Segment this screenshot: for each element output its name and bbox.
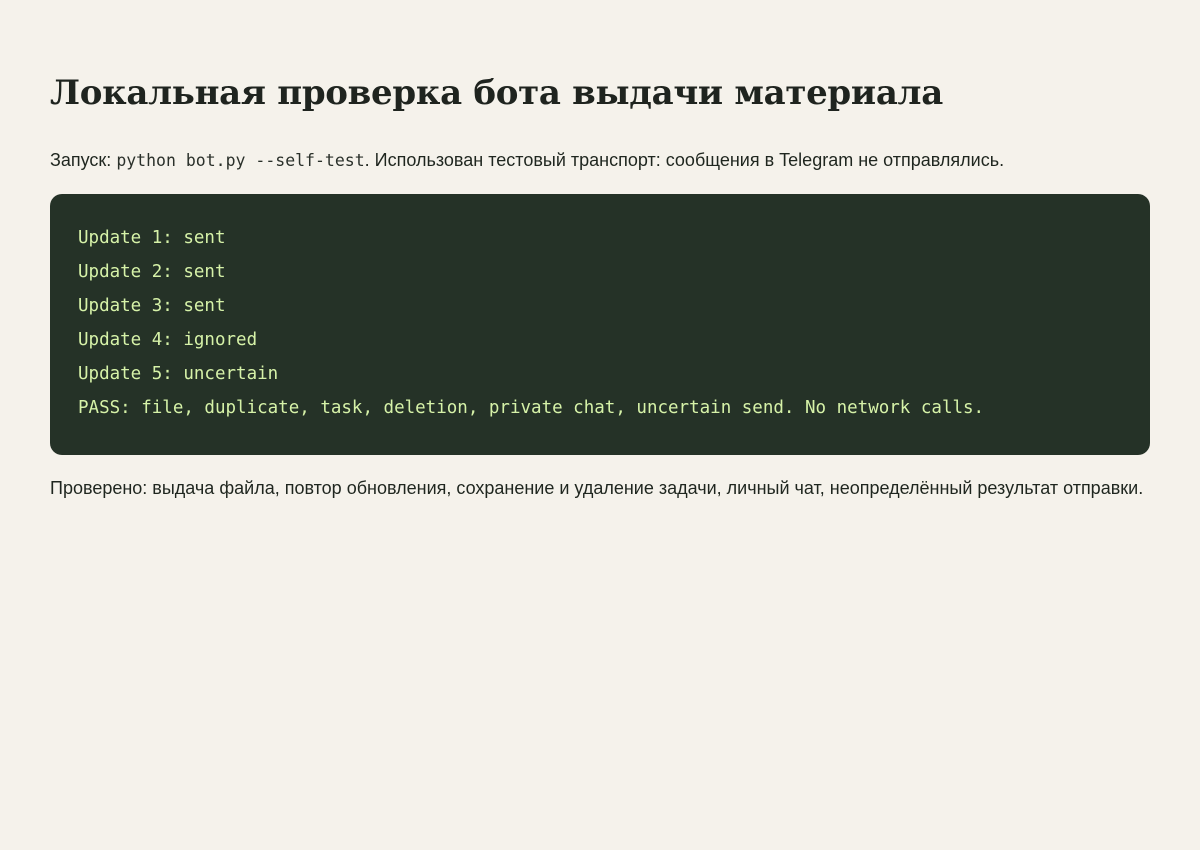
run-command: python bot.py --self-test: [116, 151, 365, 170]
console-line-update-2: Update 2: sent: [78, 262, 226, 282]
console-line-update-1: Update 1: sent: [78, 228, 226, 248]
console-output: Update 1: sent Update 2: sent Update 3: …: [50, 194, 1150, 455]
summary-text: Проверено: выдача файла, повтор обновлен…: [50, 478, 1144, 498]
console-line-update-4: Update 4: ignored: [78, 330, 258, 350]
console-line-pass: PASS: file, duplicate, task, deletion, p…: [78, 398, 985, 418]
console-line-update-5: Update 5: uncertain: [78, 364, 279, 384]
intro-text: Запуск: python bot.py --self-test. Испол…: [50, 148, 1004, 173]
intro-suffix: . Использован тестовый транспорт: сообще…: [364, 150, 1005, 170]
console-line-update-3: Update 3: sent: [78, 296, 226, 316]
page-title: Локальная проверка бота выдачи материала: [50, 73, 943, 113]
intro-prefix: Запуск:: [50, 150, 117, 170]
